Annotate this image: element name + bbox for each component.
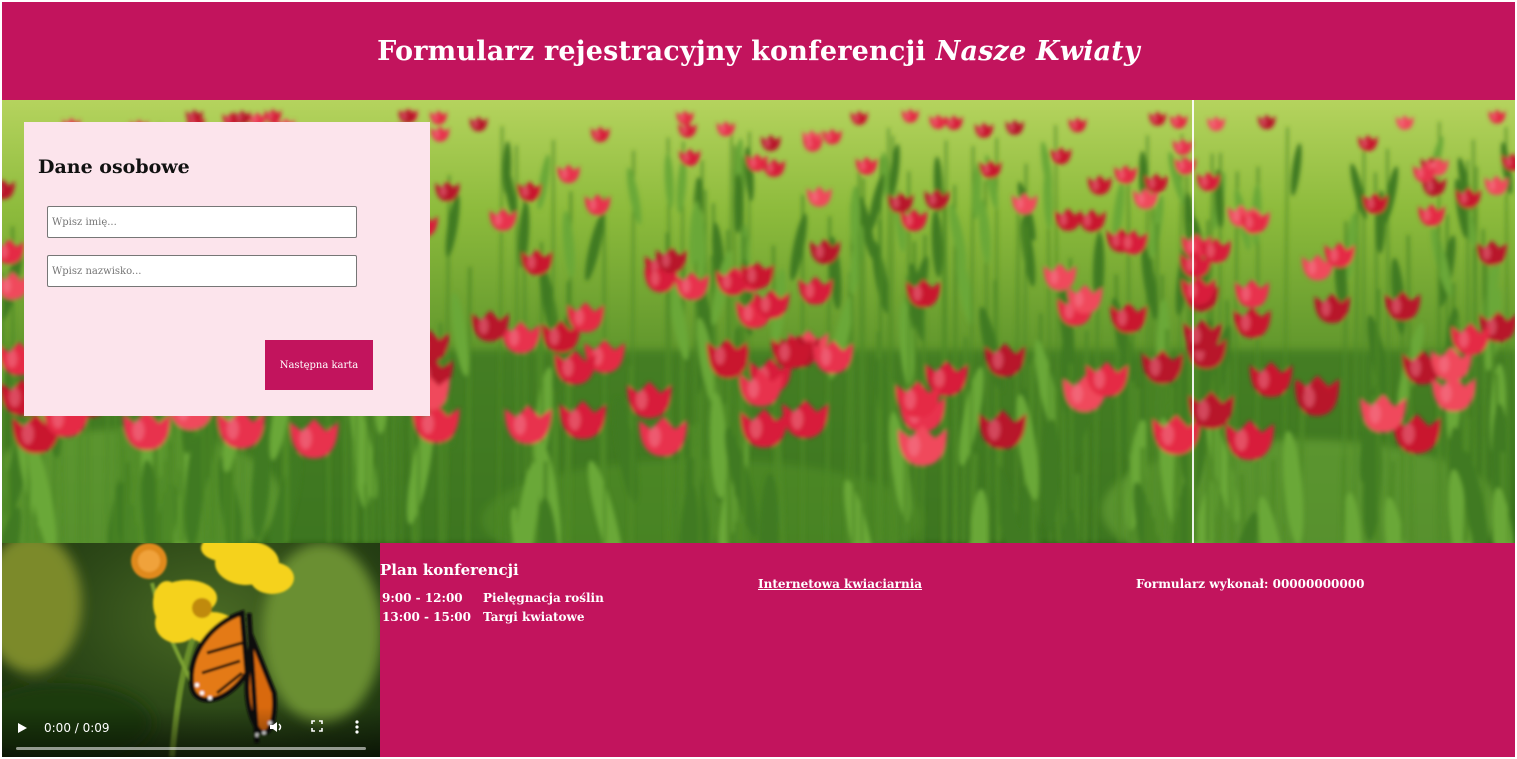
last-name-input[interactable] <box>47 255 357 287</box>
plan-topic: Pielęgnacja roślin <box>483 591 604 605</box>
table-row: 13:00 - 15:00 Targi kwiatowe <box>380 608 606 627</box>
video-controls: 0:00 / 0:09 <box>2 707 380 757</box>
volume-icon[interactable] <box>268 719 284 735</box>
page-title-italic: Nasze Kwiaty <box>935 35 1140 67</box>
plan-time: 9:00 - 12:00 <box>382 591 463 605</box>
personal-data-heading: Dane osobowe <box>38 156 190 178</box>
conference-plan-table: 9:00 - 12:00 Pielęgnacja roślin 13:00 - … <box>380 589 606 627</box>
plan-topic: Targi kwiatowe <box>483 610 585 624</box>
video-player[interactable]: 0:00 / 0:09 <box>2 543 380 757</box>
fullscreen-icon[interactable] <box>310 719 324 733</box>
conference-plan: Plan konferencji 9:00 - 12:00 Pielęgnacj… <box>380 561 606 627</box>
online-florist-link[interactable]: Internetowa kwiaciarnia <box>758 577 922 591</box>
next-tab-button[interactable]: Następna karta <box>265 340 373 390</box>
plan-time: 13:00 - 15:00 <box>382 610 471 624</box>
play-icon[interactable] <box>16 721 28 735</box>
page-footer: 0:00 / 0:09 Plan konferencji 9:00 - 12:0… <box>2 543 1515 757</box>
more-vertical-icon[interactable] <box>354 719 360 735</box>
page-header: Formularz rejestracyjny konferencji Nasz… <box>2 2 1515 100</box>
video-progress-bar[interactable] <box>16 747 366 750</box>
video-time: 0:00 / 0:09 <box>44 721 110 735</box>
page: Formularz rejestracyjny konferencji Nasz… <box>2 2 1515 757</box>
page-title-text: Formularz rejestracyjny konferencji <box>377 35 936 67</box>
first-name-input[interactable] <box>47 206 357 238</box>
personal-data-card: Dane osobowe Następna karta <box>24 122 430 416</box>
author-info: Formularz wykonał: 00000000000 <box>1136 577 1365 591</box>
page-title: Formularz rejestracyjny konferencji Nasz… <box>377 36 1140 67</box>
table-row: 9:00 - 12:00 Pielęgnacja roślin <box>380 589 606 608</box>
conference-plan-heading: Plan konferencji <box>380 561 519 579</box>
